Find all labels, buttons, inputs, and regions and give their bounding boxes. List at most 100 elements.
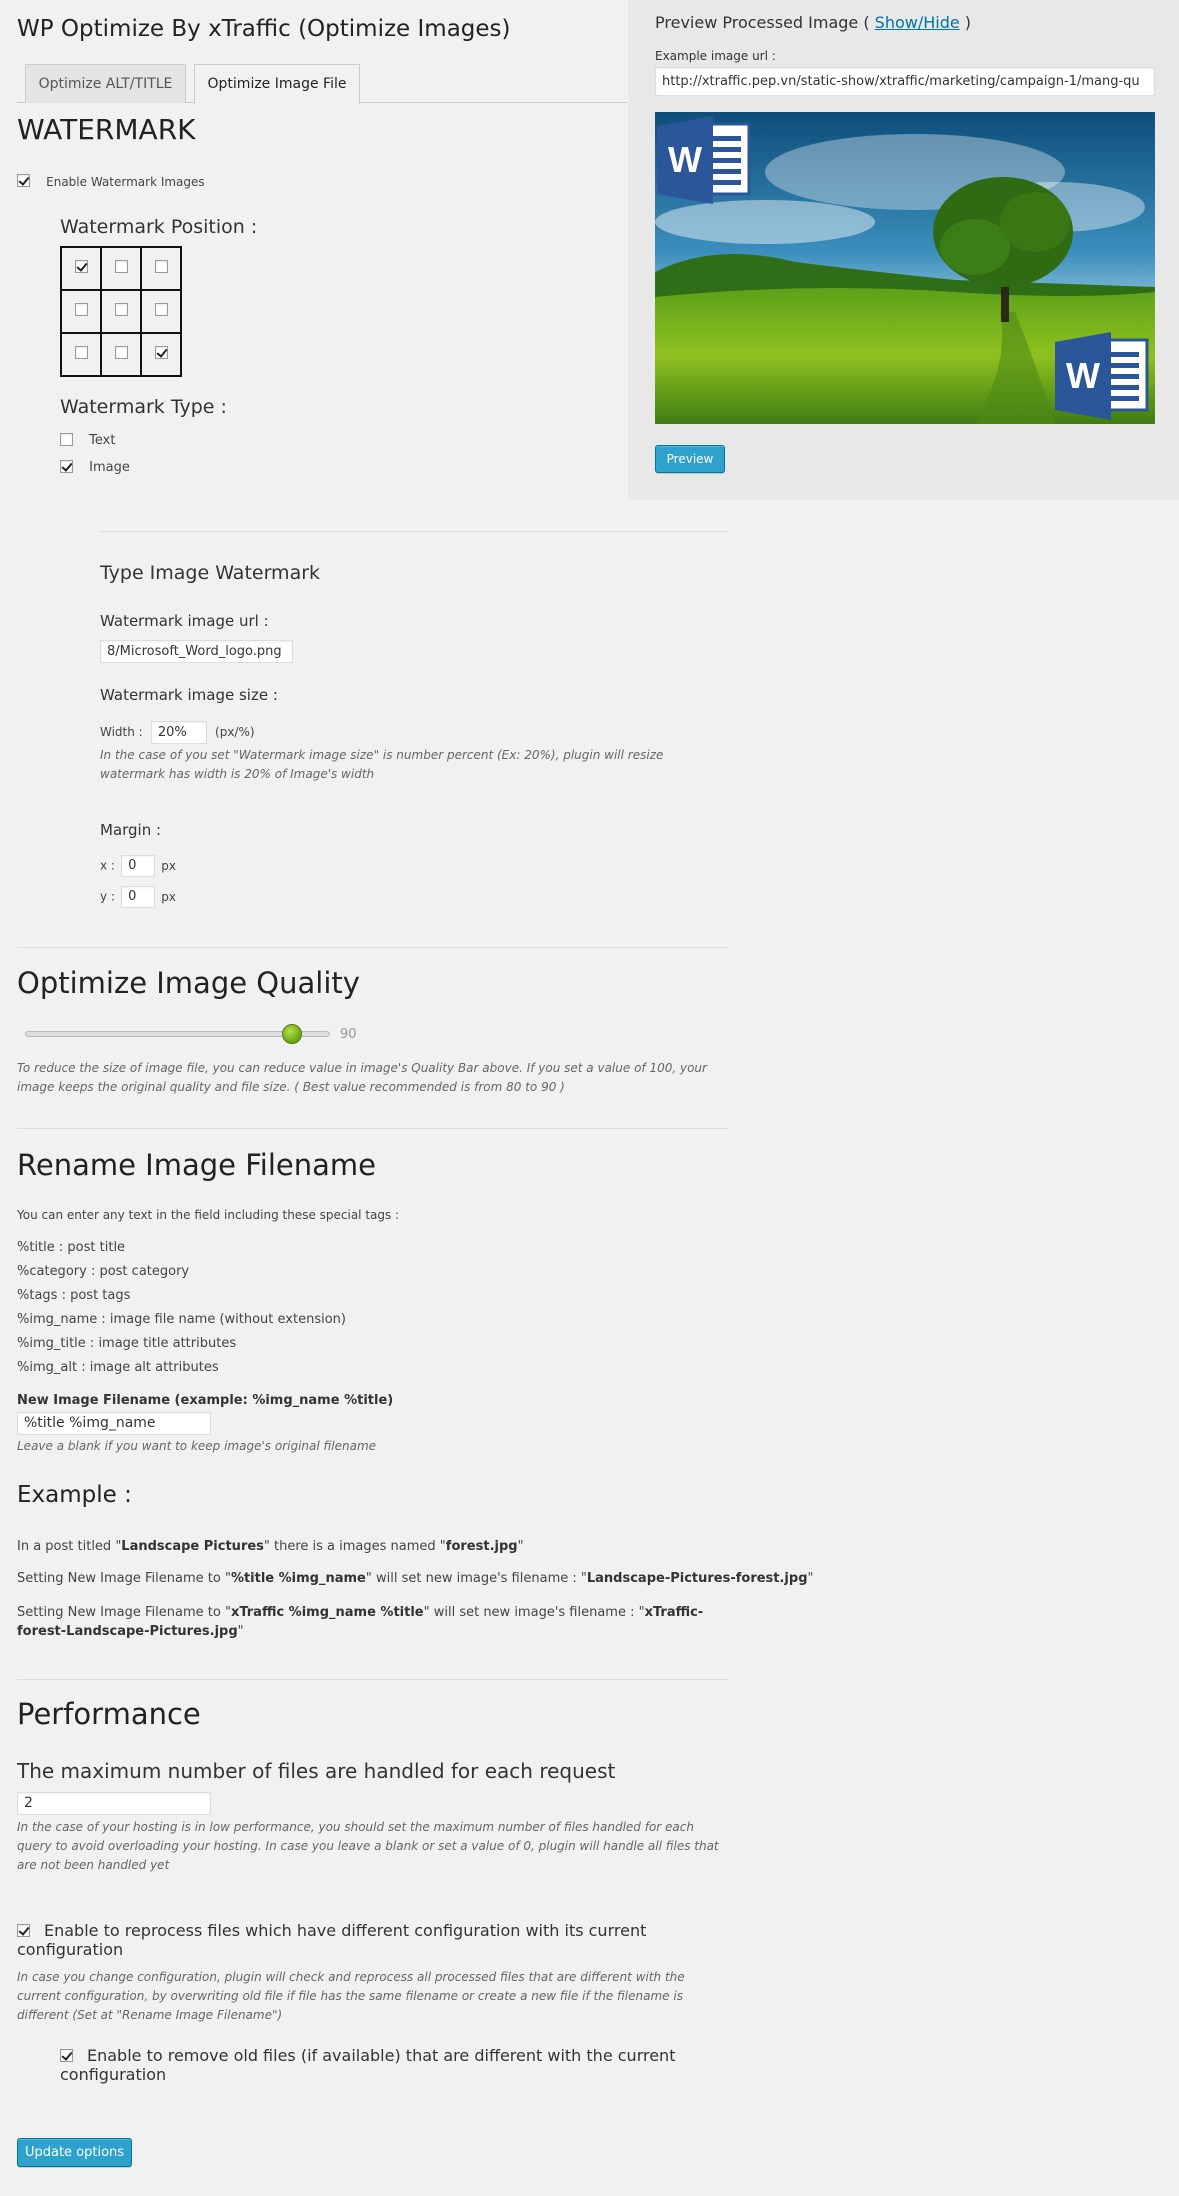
quality-heading: Optimize Image Quality bbox=[17, 966, 360, 1000]
margin-y-row: y : 0 px bbox=[100, 886, 176, 908]
divider bbox=[17, 947, 728, 948]
ex3-b: xTraffic %img_name %title bbox=[230, 1605, 424, 1620]
watermark-type-image-label: Image bbox=[89, 460, 130, 475]
watermark-position-grid bbox=[60, 246, 182, 377]
watermark-url-label: Watermark image url : bbox=[100, 612, 269, 630]
reprocess-label: Enable to reprocess files which have dif… bbox=[17, 1921, 647, 1959]
performance-heading: Performance bbox=[17, 1697, 201, 1731]
word-logo-icon: W bbox=[1055, 330, 1153, 422]
example-line-3: Setting New Image Filename to "xTraffic … bbox=[17, 1603, 707, 1641]
tag-img-name-line: %img_name : image file name (without ext… bbox=[17, 1312, 346, 1327]
enable-watermark-row[interactable]: Enable Watermark Images bbox=[17, 173, 205, 190]
tag-img-alt-line: %img_alt : image alt attributes bbox=[17, 1360, 219, 1375]
watermark-width-input[interactable]: 20% bbox=[150, 721, 207, 744]
margin-label: Margin : bbox=[100, 821, 162, 839]
example-line-1: In a post titled "Landscape Pictures" th… bbox=[17, 1539, 524, 1554]
position-middle-left-checkbox[interactable] bbox=[74, 303, 88, 316]
tag-tags: %tags bbox=[17, 1288, 58, 1303]
tab-optimize-alt-title[interactable]: Optimize ALT/TITLE bbox=[25, 64, 186, 103]
new-filename-input[interactable]: %title %img_name bbox=[17, 1412, 211, 1435]
watermark-type-text-row[interactable]: Text bbox=[60, 431, 115, 448]
ex2-e: " bbox=[807, 1571, 814, 1586]
example-heading: Example : bbox=[17, 1482, 132, 1508]
preview-title-prefix: Preview Processed Image ( bbox=[655, 13, 875, 32]
watermark-type-image-row[interactable]: Image bbox=[60, 458, 130, 475]
divider bbox=[17, 1679, 728, 1680]
quality-value: 90 bbox=[340, 1027, 357, 1042]
tag-img-name: %img_name bbox=[17, 1312, 98, 1327]
watermark-width-unit: (px/%) bbox=[215, 725, 255, 739]
enable-watermark-checkbox[interactable] bbox=[17, 174, 30, 187]
preview-title-suffix: ) bbox=[959, 13, 972, 32]
ex3-a: Setting New Image Filename to " bbox=[17, 1605, 231, 1620]
preview-image: W W bbox=[655, 112, 1155, 424]
tab-optimize-image-file[interactable]: Optimize Image File bbox=[194, 64, 360, 104]
type-image-watermark-title: Type Image Watermark bbox=[100, 562, 321, 584]
remove-old-files-label: Enable to remove old files (if available… bbox=[60, 2046, 676, 2084]
position-bottom-left-checkbox[interactable] bbox=[74, 346, 88, 359]
example-url-input[interactable]: http://xtraffic.pep.vn/static-show/xtraf… bbox=[655, 67, 1155, 96]
tag-title: %title bbox=[17, 1240, 55, 1255]
preview-title: Preview Processed Image ( Show/Hide ) bbox=[655, 13, 971, 32]
max-files-label: The maximum number of files are handled … bbox=[17, 1759, 616, 1783]
reprocess-hint: In case you change configuration, plugin… bbox=[17, 1970, 685, 2022]
margin-y-label: y : bbox=[100, 889, 115, 904]
show-hide-link[interactable]: Show/Hide bbox=[875, 13, 960, 32]
position-middle-center-checkbox[interactable] bbox=[114, 303, 128, 316]
remove-old-files-row[interactable]: Enable to remove old files (if available… bbox=[60, 2046, 680, 2084]
position-bottom-right-checkbox[interactable] bbox=[154, 346, 168, 359]
position-top-right-checkbox[interactable] bbox=[154, 260, 168, 273]
quality-hint: To reduce the size of image file, you ca… bbox=[17, 1061, 707, 1094]
quality-slider[interactable] bbox=[25, 1024, 330, 1044]
watermark-size-label: Watermark image size : bbox=[100, 686, 278, 704]
ex2-b: %title %img_name bbox=[230, 1571, 366, 1586]
margin-y-input[interactable]: 0 bbox=[121, 886, 156, 908]
tag-img-title: %img_title bbox=[17, 1336, 86, 1351]
ex1-d: forest.jpg bbox=[445, 1539, 518, 1554]
max-files-hint: In the case of your hosting is in low pe… bbox=[17, 1820, 719, 1872]
tag-img-name-desc: : image file name (without extension) bbox=[97, 1312, 346, 1327]
tag-title-line: %title : post title bbox=[17, 1240, 125, 1255]
update-options-button[interactable]: Update options bbox=[17, 2138, 132, 2167]
enable-watermark-label: Enable Watermark Images bbox=[46, 175, 205, 189]
ex2-a: Setting New Image Filename to " bbox=[17, 1571, 231, 1586]
margin-x-unit: px bbox=[161, 858, 176, 873]
example-url-label: Example image url : bbox=[655, 49, 776, 63]
ex1-b: Landscape Pictures bbox=[121, 1539, 264, 1554]
tab-bar: Optimize ALT/TITLE Optimize Image File bbox=[17, 62, 627, 104]
page-title: WP Optimize By xTraffic (Optimize Images… bbox=[17, 16, 511, 42]
rename-heading: Rename Image Filename bbox=[17, 1148, 376, 1182]
watermark-heading: WATERMARK bbox=[17, 113, 196, 146]
position-middle-right-checkbox[interactable] bbox=[154, 303, 168, 316]
margin-y-unit: px bbox=[161, 889, 176, 904]
ex1-a: In a post titled " bbox=[17, 1539, 122, 1554]
new-filename-hint: Leave a blank if you want to keep image'… bbox=[17, 1439, 377, 1453]
ex3-c: " will set new image's filename : " bbox=[423, 1605, 645, 1620]
tag-title-desc: : post title bbox=[54, 1240, 126, 1255]
reprocess-checkbox[interactable] bbox=[17, 1924, 30, 1937]
position-bottom-center-checkbox[interactable] bbox=[114, 346, 128, 359]
remove-old-files-checkbox[interactable] bbox=[60, 2049, 73, 2062]
max-files-input[interactable]: 2 bbox=[17, 1792, 211, 1815]
ex2-d: Landscape-Pictures-forest.jpg bbox=[586, 1571, 808, 1586]
preview-panel: Preview Processed Image ( Show/Hide ) Ex… bbox=[628, 0, 1179, 500]
tag-category-desc: : post category bbox=[86, 1264, 190, 1279]
watermark-url-input[interactable]: 8/Microsoft_Word_logo.png bbox=[100, 640, 293, 663]
margin-x-input[interactable]: 0 bbox=[121, 855, 156, 877]
divider bbox=[100, 531, 728, 532]
preview-button[interactable]: Preview bbox=[655, 445, 725, 473]
position-top-center-checkbox[interactable] bbox=[114, 260, 128, 273]
tag-img-alt-desc: : image alt attributes bbox=[77, 1360, 219, 1375]
watermark-type-text-checkbox[interactable] bbox=[60, 433, 73, 446]
position-top-left-checkbox[interactable] bbox=[74, 260, 88, 273]
ex2-c: " will set new image's filename : " bbox=[365, 1571, 587, 1586]
divider bbox=[17, 1128, 728, 1129]
ex1-c: " there is a images named " bbox=[263, 1539, 446, 1554]
reprocess-row[interactable]: Enable to reprocess files which have dif… bbox=[17, 1921, 687, 1959]
ex1-e: " bbox=[517, 1539, 524, 1554]
svg-text:W: W bbox=[1066, 355, 1100, 396]
quality-slider-handle[interactable] bbox=[282, 1024, 302, 1044]
watermark-position-label: Watermark Position : bbox=[60, 216, 258, 238]
tag-img-title-desc: : image title attributes bbox=[85, 1336, 237, 1351]
watermark-type-image-checkbox[interactable] bbox=[60, 460, 73, 473]
